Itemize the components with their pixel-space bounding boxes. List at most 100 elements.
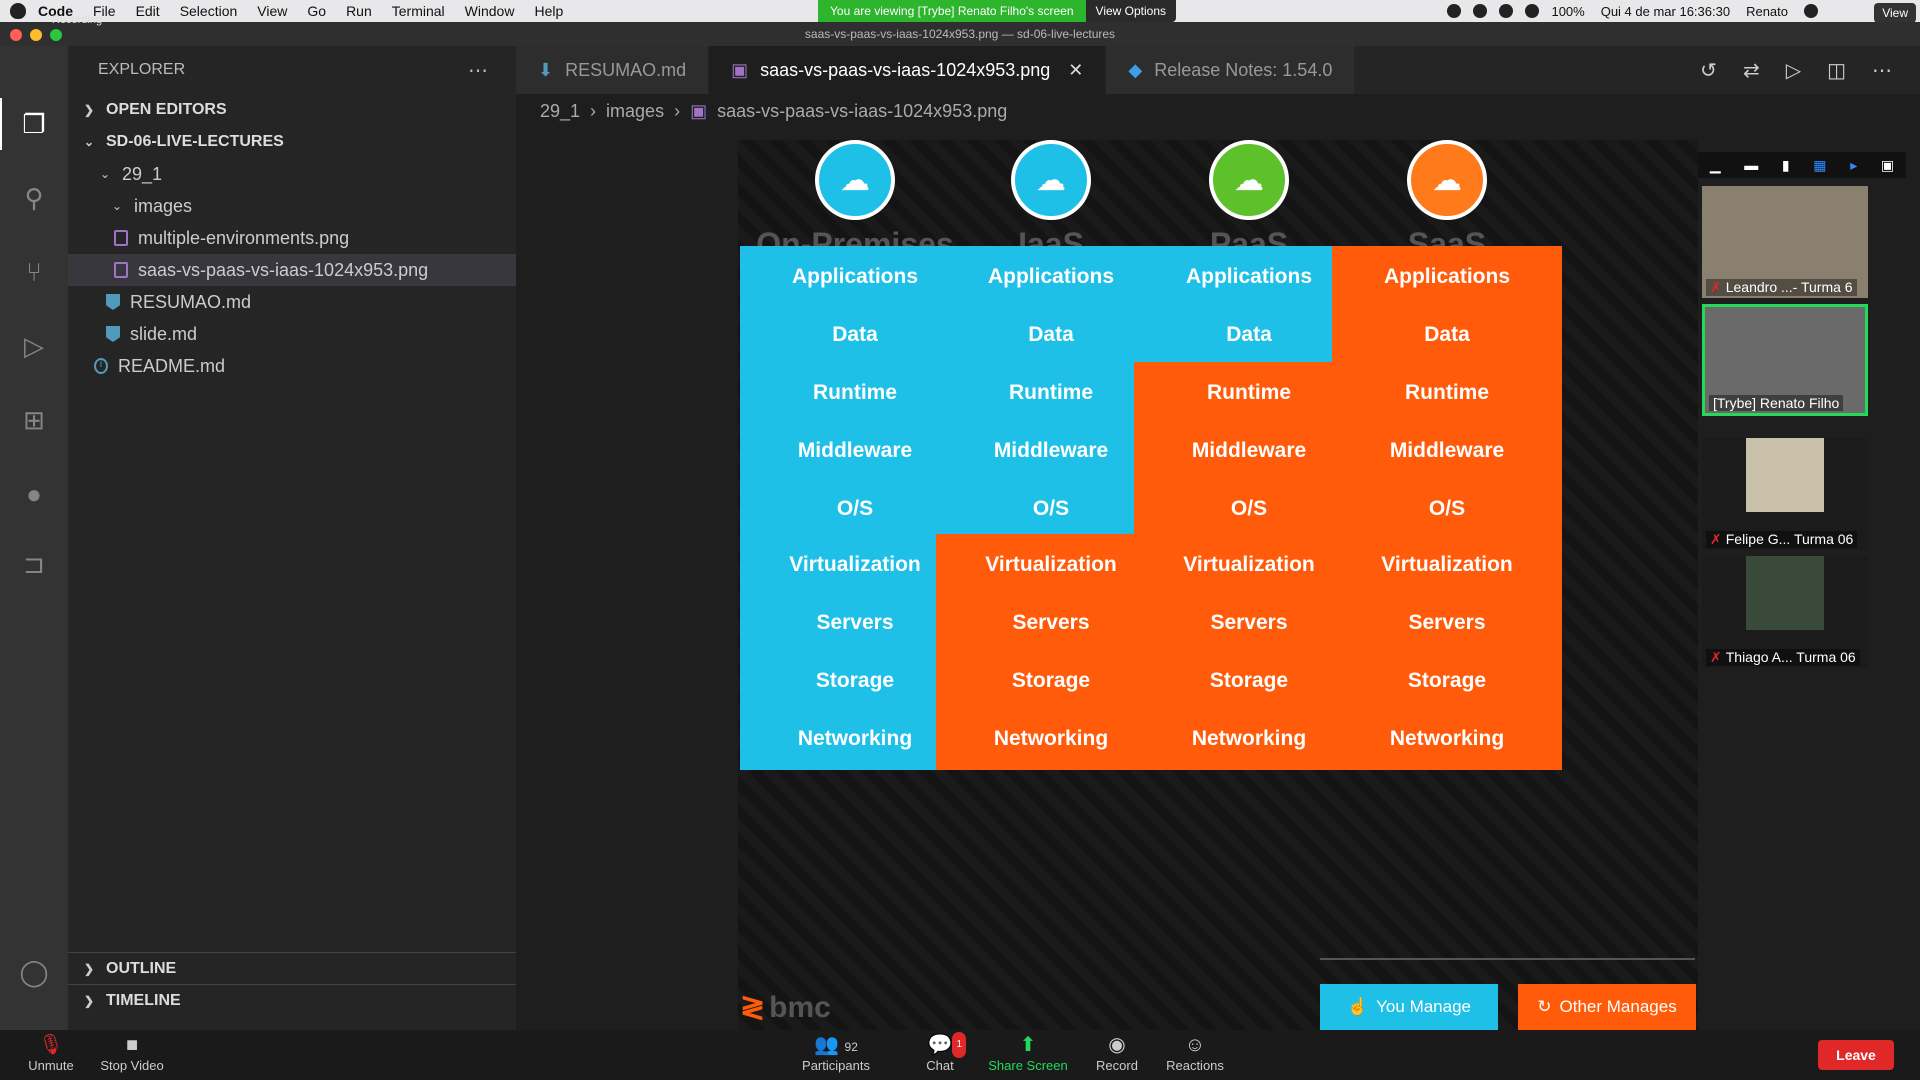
tab-release-notes[interactable]: ◆ Release Notes: 1.54.0 [1106,46,1356,94]
tab-label: saas-vs-paas-vs-iaas-1024x953.png [760,59,1051,80]
tree-label: images [134,195,193,216]
thumbnail-icon[interactable]: ▬ [1744,157,1758,173]
explorer-header: EXPLORER ⋯ [68,46,516,94]
source-control-icon[interactable]: ⑂ [18,256,50,288]
stack-cell: Runtime [1134,362,1364,424]
participant-tile[interactable]: ✗ Felipe G... Turma 06 [1702,438,1868,550]
menu-edit[interactable]: Edit [136,3,160,19]
stop-video-button[interactable]: ■ Stop Video [96,1032,168,1073]
user-name[interactable]: Renato [1746,4,1788,19]
wifi-icon[interactable] [1525,4,1540,18]
tree-file-saas-vs-paas[interactable]: saas-vs-paas-vs-iaas-1024x953.png [68,254,516,286]
spotlight-search-icon[interactable] [1804,4,1818,18]
close-icon[interactable]: ✕ [1068,60,1083,81]
stack-cell: Applications [1332,246,1562,308]
participant-tile-active-speaker[interactable]: [Trybe] Renato Filho [1702,304,1868,416]
split-editor-icon[interactable]: ◫ [1827,58,1846,83]
stack-cell: Virtualization [1332,534,1562,596]
workspace-section[interactable]: ⌄ SD-06-LIVE-LECTURES [68,126,516,158]
status-icon[interactable] [1473,4,1488,18]
tree-label: RESUMAO.md [130,291,252,312]
activity-bar: ❐ ⚲ ⑂ ▷ ⊞ ● ⊐ ◯ ⚙ [0,46,68,1065]
compare-icon[interactable]: ⇄ [1743,58,1760,83]
close-window-button[interactable] [10,29,22,41]
speaker-view-icon[interactable]: ▮ [1782,157,1790,174]
cloud-icon: ☁ [1011,140,1091,220]
status-icon[interactable] [1499,4,1514,18]
participant-name: ✗ Felipe G... Turma 06 [1706,531,1858,548]
battery-level[interactable]: 100% [1551,4,1584,19]
breadcrumb-item[interactable]: saas-vs-paas-vs-iaas-1024x953.png [717,101,1007,122]
run-debug-icon[interactable]: ▷ [18,330,50,362]
search-icon[interactable]: ⚲ [18,182,50,214]
active-indicator [0,98,2,150]
tab-saas-vs-paas[interactable]: ▣ saas-vs-paas-vs-iaas-1024x953.png ✕ [709,46,1107,94]
tab-label: RESUMAO.md [565,59,687,80]
participant-tile[interactable]: ✗ Leandro ...- Turma 6 [1702,186,1868,298]
chat-button[interactable]: 💬 1 Chat [920,1032,966,1073]
tab-resumao[interactable]: ⬇ RESUMAO.md [516,46,710,94]
info-file-icon: i [94,358,108,374]
mongodb-icon[interactable]: ● [18,478,50,510]
extensions-icon[interactable]: ⊞ [18,404,50,436]
status-icon[interactable] [1447,4,1462,18]
explorer-icon[interactable]: ❐ [18,108,50,140]
legend-you-manage: ☝ You Manage [1320,984,1498,1030]
timeline-section[interactable]: ❯ TIMELINE [68,984,516,1016]
view-options-button[interactable]: View Options [1085,0,1177,22]
datetime[interactable]: Qui 4 de mar 16:36:30 [1601,4,1730,19]
tree-file-multiple-environments[interactable]: multiple-environments.png [68,222,516,254]
breadcrumb-item[interactable]: images [606,101,664,122]
menu-help[interactable]: Help [534,3,563,19]
gallery-view-icon[interactable]: ▦ [1813,157,1826,174]
stack-cell: Middleware [936,420,1166,482]
unmute-button[interactable]: 🎙 Unmute [26,1032,76,1073]
breadcrumb-item[interactable]: 29_1 [540,101,580,122]
zoom-viewing-banner: You are viewing [Trybe] Renato Filho's s… [818,0,1177,22]
menubar-status: 100% Qui 4 de mar 16:36:30 Renato [1447,0,1830,22]
share-screen-icon: ⬆ [1019,1034,1037,1056]
account-icon[interactable]: ◯ [18,956,50,988]
stack-cell: Networking [1134,708,1364,770]
chevron-down-icon: ⌄ [83,135,95,149]
exit-fullscreen-icon[interactable]: ▣ [1881,157,1894,174]
stack-cell: Middleware [1332,420,1562,482]
stack-cell: Data [1134,304,1364,366]
menu-terminal[interactable]: Terminal [392,3,445,19]
leave-button[interactable]: Leave [1818,1040,1894,1070]
menu-window[interactable]: Window [465,3,515,19]
apple-icon[interactable] [10,3,26,19]
next-page-icon[interactable]: ▸ [1850,157,1857,174]
record-button[interactable]: ◉ Record [1094,1032,1140,1073]
menu-selection[interactable]: Selection [180,3,238,19]
tree-label: multiple-environments.png [138,227,350,248]
more-actions-icon[interactable]: ⋯ [1872,58,1892,83]
chevron-right-icon: › [674,100,681,121]
zoom-view-button[interactable]: View [1874,3,1916,23]
minimize-icon[interactable]: ▁ [1710,157,1721,174]
run-icon[interactable]: ▷ [1786,58,1801,83]
minimize-window-button[interactable] [30,29,42,41]
docker-icon[interactable]: ⊐ [18,548,50,580]
open-editors-section[interactable]: ❯ OPEN EDITORS [68,94,516,126]
participant-tile[interactable]: ✗ Thiago A... Turma 06 [1702,556,1868,668]
participants-button[interactable]: 👥 92 Participants [796,1032,876,1073]
more-actions-icon[interactable]: ⋯ [468,58,488,83]
cloud-icon: ☁ [1407,140,1487,220]
tree-file-readme[interactable]: i README.md [68,350,516,382]
maximize-window-button[interactable] [50,29,62,41]
menu-view[interactable]: View [257,3,287,19]
tree-folder-29_1[interactable]: ⌄ 29_1 [68,158,516,190]
reactions-button[interactable]: ☺ Reactions [1164,1032,1226,1073]
share-screen-button[interactable]: ⬆ Share Screen [986,1032,1070,1073]
zoom-meeting-controls: 🎙 Unmute ■ Stop Video 👥 92 Participants … [0,1030,1920,1080]
button-label: Share Screen [988,1058,1068,1073]
menu-run[interactable]: Run [346,3,372,19]
stack-cell: Data [936,304,1166,366]
history-icon[interactable]: ↺ [1700,58,1717,83]
menu-go[interactable]: Go [307,3,326,19]
tree-folder-images[interactable]: ⌄ images [68,190,516,222]
outline-section[interactable]: ❯ OUTLINE [68,952,516,984]
tree-file-resumao[interactable]: RESUMAO.md [68,286,516,318]
tree-file-slide[interactable]: slide.md [68,318,516,350]
